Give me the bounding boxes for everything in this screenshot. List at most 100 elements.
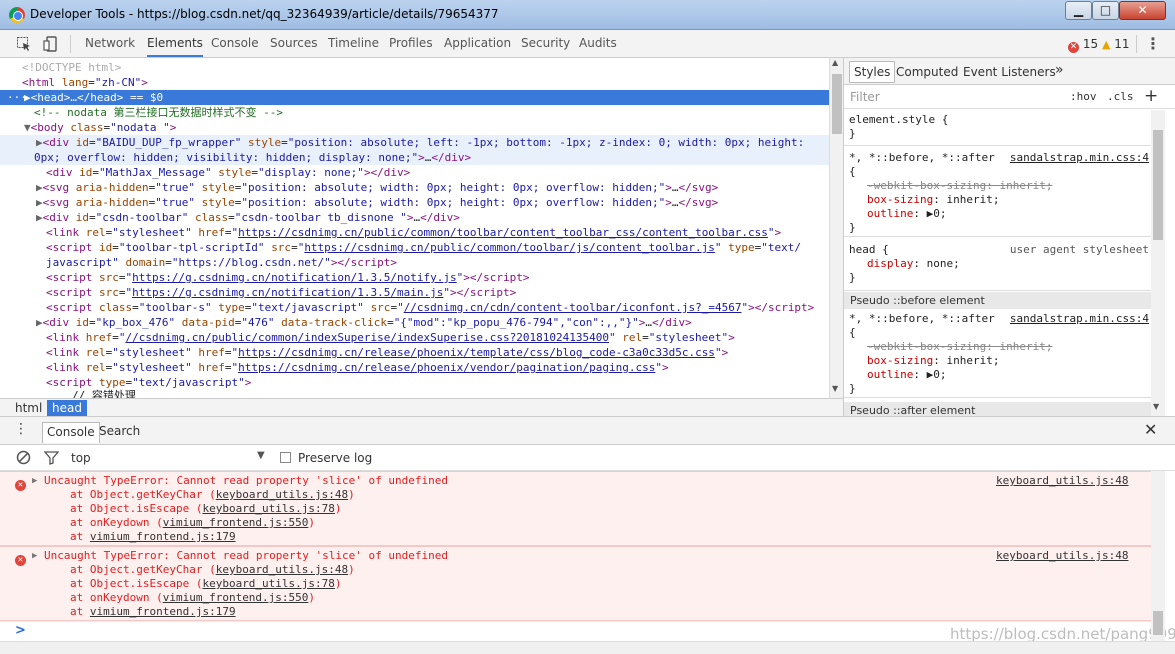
title-bar: Developer Tools - https://blog.csdn.net/…	[0, 0, 1175, 30]
div-baidu-node[interactable]: ▶<div id="BAIDU_DUP_fp_wrapper" style="p…	[0, 135, 829, 150]
breadcrumb-html[interactable]: html	[10, 400, 47, 416]
script-content[interactable]: // 容错处理	[0, 388, 829, 398]
link-node[interactable]: <link href="//csdnimg.cn/public/common/i…	[0, 330, 829, 345]
property-outline[interactable]: outline: ▶0;	[849, 368, 1151, 382]
tab-event-listeners[interactable]: Event Listeners	[963, 65, 1056, 79]
class-toggle[interactable]: .cls	[1107, 90, 1134, 103]
inspect-element-icon[interactable]	[16, 36, 32, 52]
hover-state-toggle[interactable]: :hov	[1070, 90, 1097, 103]
svg-node[interactable]: ▶<svg aria-hidden="true" style="position…	[0, 195, 829, 210]
stack-frame[interactable]: at onKeydown (vimium_frontend.js:550)	[70, 516, 315, 530]
maximize-button[interactable]: □	[1092, 1, 1119, 20]
stack-frame[interactable]: at onKeydown (vimium_frontend.js:550)	[70, 591, 315, 605]
style-rule-universal: *, *::before, *::after sandalstrap.min.c…	[844, 151, 1151, 237]
new-rule-button[interactable]: +	[1144, 86, 1158, 106]
stack-frame[interactable]: at Object.isEscape (keyboard_utils.js:78…	[70, 577, 342, 591]
tab-audits[interactable]: Audits	[579, 30, 617, 57]
rule-close: }	[849, 221, 856, 234]
preserve-log-checkbox[interactable]	[280, 452, 291, 463]
tab-sources[interactable]: Sources	[270, 30, 317, 57]
error-source-link[interactable]: keyboard_utils.js:48	[996, 549, 1128, 563]
tab-network[interactable]: Network	[85, 30, 135, 57]
div-csdn-toolbar-node[interactable]: ▶<div id="csdn-toolbar" class="csdn-tool…	[0, 210, 829, 225]
console-error-message[interactable]: ✕ ▶ Uncaught TypeError: Cannot read proper…	[0, 546, 1151, 621]
toolbar-separator	[1136, 35, 1137, 53]
property-outline[interactable]: outline: ▶0;	[849, 207, 1151, 221]
rule-selector[interactable]: element.style {	[849, 113, 1151, 127]
stylesheet-link[interactable]: sandalstrap.min.css:4	[1010, 312, 1149, 326]
drawer-menu-icon[interactable]: ⋮	[14, 421, 28, 437]
link-node[interactable]: <link rel="stylesheet" href="https://csd…	[0, 225, 829, 240]
comment-node[interactable]: <!-- nodata 第三栏接口无数据时样式不变 -->	[0, 105, 829, 120]
script-node[interactable]: <script src="https://g.csdnimg.cn/notifi…	[0, 270, 829, 285]
elements-scrollbar[interactable]: ▲ ▼	[829, 58, 843, 398]
stack-frame[interactable]: at Object.isEscape (keyboard_utils.js:78…	[70, 502, 342, 516]
stack-frame[interactable]: at Object.getKeyChar (keyboard_utils.js:…	[70, 488, 355, 502]
stylesheet-link[interactable]: sandalstrap.min.css:4	[1010, 151, 1149, 165]
minimize-button[interactable]: ▁	[1065, 1, 1092, 20]
property-display[interactable]: display: none;	[849, 257, 1151, 271]
head-node[interactable]: ▶<head>…</head> == $0 ···	[0, 90, 829, 105]
tab-elements[interactable]: Elements	[147, 30, 203, 57]
style-rule-element: element.style { }	[844, 113, 1151, 146]
tab-computed[interactable]: Computed	[896, 65, 958, 79]
property-webkit-box-sizing[interactable]: -webkit-box-sizing: inherit;	[849, 179, 1151, 193]
property-webkit-box-sizing[interactable]: -webkit-box-sizing: inherit;	[849, 340, 1151, 354]
link-node[interactable]: <link rel="stylesheet" href="https://csd…	[0, 360, 829, 375]
styles-scrollbar[interactable]: ▼	[1151, 110, 1165, 416]
error-text: Uncaught TypeError: Cannot read property…	[44, 474, 448, 487]
error-warning-counter[interactable]: ✕ 15 ▲ 11	[1068, 37, 1130, 53]
tab-styles[interactable]: Styles	[849, 61, 896, 83]
tab-timeline[interactable]: Timeline	[328, 30, 379, 57]
device-mode-icon[interactable]	[43, 36, 59, 52]
tab-console[interactable]: Console	[211, 30, 259, 57]
scrollbar-thumb[interactable]	[1153, 130, 1163, 240]
link-node[interactable]: <link rel="stylesheet" href="https://csd…	[0, 345, 829, 360]
scrollbar-thumb[interactable]	[1153, 611, 1163, 635]
filter-input[interactable]: Filter	[850, 90, 880, 104]
div-mathjax-node[interactable]: <div id="MathJax_Message" style="display…	[0, 165, 829, 180]
body-node[interactable]: ▼<body class="nodata ">	[0, 120, 829, 135]
breadcrumb: html head	[0, 398, 843, 416]
div-kp-box-node[interactable]: ▶<div id="kp_box_476" data-pid="476" dat…	[0, 315, 829, 330]
tab-security[interactable]: Security	[521, 30, 570, 57]
stack-frame[interactable]: at vimium_frontend.js:179	[70, 605, 236, 619]
script-node[interactable]: <script src="https://g.csdnimg.cn/notifi…	[0, 285, 829, 300]
console-error-message[interactable]: ✕ ▶ Uncaught TypeError: Cannot read proper…	[0, 471, 1151, 546]
div-baidu-node-cont[interactable]: 0px; overflow: hidden; visibility: hidde…	[0, 150, 829, 165]
clear-console-icon[interactable]	[16, 450, 31, 468]
filter-icon[interactable]	[43, 450, 60, 468]
stack-frame[interactable]: at vimium_frontend.js:179	[70, 530, 236, 544]
drawer-tab-console[interactable]: Console	[42, 422, 100, 443]
tab-profiles[interactable]: Profiles	[389, 30, 433, 57]
more-options-icon[interactable]: ⋮	[1145, 36, 1161, 52]
styles-filter-bar: Filter :hov .cls +	[844, 85, 1175, 109]
console-scrollbar[interactable]	[1151, 471, 1165, 641]
breadcrumb-head[interactable]: head	[47, 400, 87, 416]
expand-triangle-icon[interactable]: ▶	[32, 474, 37, 488]
stack-frame[interactable]: at Object.getKeyChar (keyboard_utils.js:…	[70, 563, 355, 577]
more-tabs-icon[interactable]: »	[1055, 62, 1064, 78]
console-toolbar: top ▼ Preserve log	[0, 445, 1175, 471]
rule-close: }	[849, 127, 856, 140]
context-selector[interactable]: top	[71, 451, 91, 465]
context-dropdown-icon[interactable]: ▼	[257, 450, 265, 461]
script-node[interactable]: <script id="toolbar-tpl-scriptId" src="h…	[0, 240, 829, 255]
doctype-node[interactable]: <!DOCTYPE html>	[0, 60, 829, 75]
scrollbar-thumb[interactable]	[832, 74, 842, 134]
expand-triangle-icon[interactable]: ▶	[32, 549, 37, 563]
script-node[interactable]: <script class="toolbar-s" type="text/jav…	[0, 300, 829, 315]
devtools-toolbar: Network Elements Console Sources Timelin…	[0, 30, 1175, 58]
svg-node[interactable]: ▶<svg aria-hidden="true" style="position…	[0, 180, 829, 195]
script-node-cont[interactable]: javascript" domain="https://blog.csdn.ne…	[0, 255, 829, 270]
drawer-tab-search[interactable]: Search	[95, 422, 144, 443]
property-box-sizing[interactable]: box-sizing: inherit;	[849, 354, 1151, 368]
html-node[interactable]: <html lang="zh-CN">	[0, 75, 829, 90]
property-box-sizing[interactable]: box-sizing: inherit;	[849, 193, 1151, 207]
close-drawer-icon[interactable]: ✕	[1144, 420, 1157, 439]
window-bottom-edge	[0, 641, 1175, 654]
close-window-button[interactable]: ✕	[1119, 1, 1166, 20]
tab-application[interactable]: Application	[444, 30, 511, 57]
chrome-logo-icon	[9, 7, 25, 23]
error-source-link[interactable]: keyboard_utils.js:48	[996, 474, 1128, 488]
